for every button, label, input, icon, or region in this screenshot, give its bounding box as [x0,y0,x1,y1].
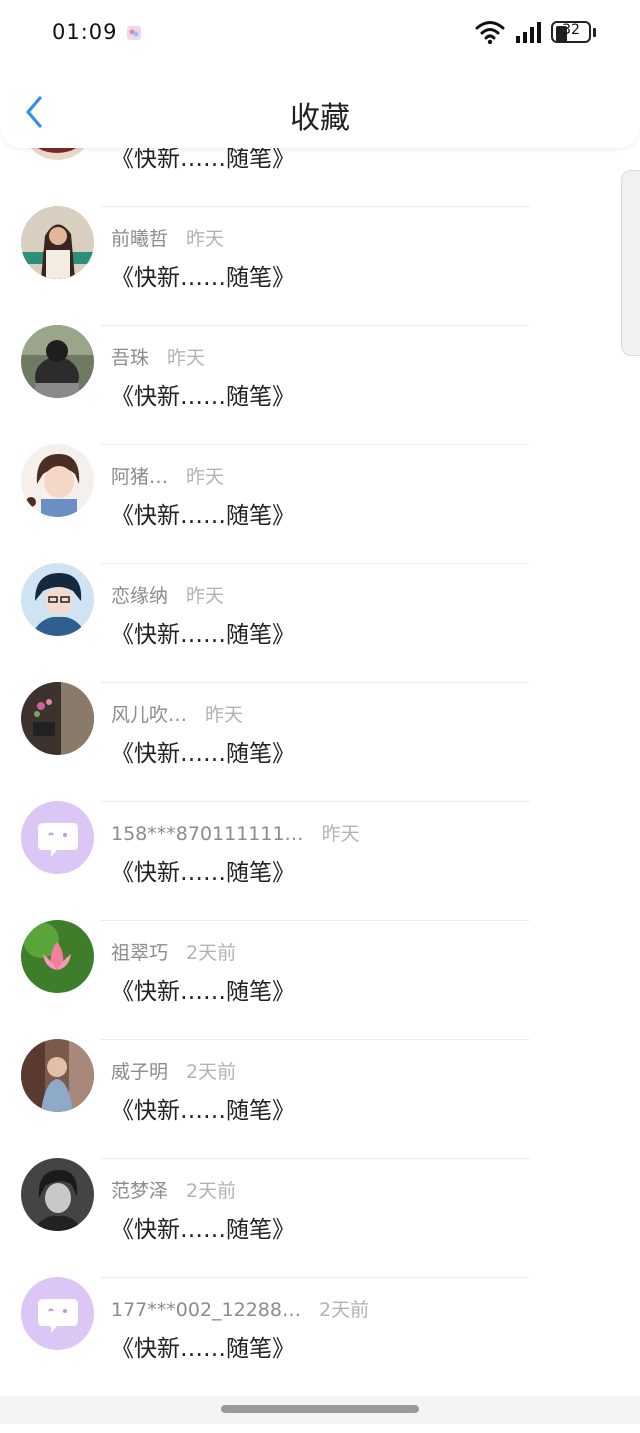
item-meta: 158***870111111… 昨天 [111,819,360,846]
item-meta: 恋缘纳 昨天 [111,581,224,608]
item-title: 《快新……随笔》 [111,979,295,1005]
app-header: 01:09 32 收藏 [0,0,640,148]
battery-level: 32 [562,22,580,38]
item-time: 昨天 [186,585,225,607]
scrollbar[interactable] [621,170,640,356]
item-title: 《快新……随笔》 [111,1336,295,1362]
item-meta: 祖翠巧 2天前 [111,938,236,965]
list-item[interactable]: 吾珠 昨天 《快新……随笔》 [0,325,620,481]
item-title: 《快新……随笔》 [111,384,295,410]
avatar [21,1039,94,1112]
avatar [21,682,94,755]
list-item[interactable]: 前曦哲 昨天 《快新……随笔》 [0,206,620,362]
list-item[interactable]: 158***870111111… 昨天 《快新……随笔》 [0,801,620,957]
item-title: 《快新……随笔》 [111,1217,295,1243]
wifi-icon [475,21,505,45]
item-meta: 阿猪… 昨天 [111,462,224,489]
author-name[interactable]: 范梦泽 [111,1180,168,1202]
item-time: 昨天 [205,704,244,726]
author-name[interactable]: 177***002_12288… [111,1299,301,1321]
item-title: 《快新……随笔》 [111,265,295,291]
avatar [21,1158,94,1231]
item-time: 昨天 [321,823,360,845]
author-name[interactable]: 祖翠巧 [111,942,168,964]
avatar [21,206,94,279]
item-time: 2天前 [186,942,237,964]
item-meta: 风儿吹… 昨天 [111,700,243,727]
item-time: 2天前 [318,1299,370,1321]
item-time: 昨天 [186,466,225,488]
default-chat-avatar-icon [21,801,94,874]
list-item[interactable]: 祖翠巧 2天前 《快新……随笔》 [0,920,620,1076]
item-title: 《快新……随笔》 [111,860,295,886]
default-chat-avatar-icon [21,1277,94,1350]
divider [100,1039,530,1040]
item-meta: 范梦泽 2天前 [111,1176,236,1203]
author-name[interactable]: 前曦哲 [111,228,168,250]
battery-icon: 32 [551,21,597,45]
item-time: 2天前 [186,1061,237,1083]
page-title: 收藏 [290,101,350,136]
author-name[interactable]: 恋缘纳 [111,585,168,607]
divider [100,1277,530,1278]
divider [100,444,530,445]
status-time: 01:09 [52,20,118,44]
list-item[interactable]: 阿猪… 昨天 《快新……随笔》 [0,444,620,600]
item-title: 《快新……随笔》 [111,503,295,529]
list-item[interactable]: 威子明 2天前 《快新……随笔》 [0,1039,620,1195]
author-name[interactable]: 风儿吹… [111,704,187,726]
item-time: 2天前 [186,1180,237,1202]
author-name[interactable]: 吾珠 [111,347,149,369]
item-meta: 威子明 2天前 [111,1057,236,1084]
avatar [21,920,94,993]
divider [100,920,530,921]
divider [100,1158,530,1159]
author-name[interactable]: 158***870111111… [111,823,304,845]
divider [100,563,530,564]
home-indicator[interactable] [221,1405,419,1413]
notification-icon [127,26,141,40]
item-meta: 吾珠 昨天 [111,343,205,370]
avatar [21,563,94,636]
item-time: 昨天 [186,228,225,250]
avatar [21,325,94,398]
avatar [21,444,94,517]
list-item[interactable]: 恋缘纳 昨天 《快新……随笔》 [0,563,620,719]
divider [100,206,530,207]
divider [100,682,530,683]
divider [100,801,530,802]
item-title: 《快新……随笔》 [111,741,295,767]
divider [100,325,530,326]
author-name[interactable]: 阿猪… [111,466,168,488]
author-name[interactable]: 威子明 [111,1061,168,1083]
item-time: 昨天 [167,347,206,369]
item-title: 《快新……随笔》 [111,1098,295,1124]
item-meta: 177***002_12288… 2天前 [111,1295,369,1322]
item-title: 《快新……随笔》 [111,622,295,648]
signal-icon [516,22,541,43]
item-meta: 前曦哲 昨天 [111,224,224,251]
